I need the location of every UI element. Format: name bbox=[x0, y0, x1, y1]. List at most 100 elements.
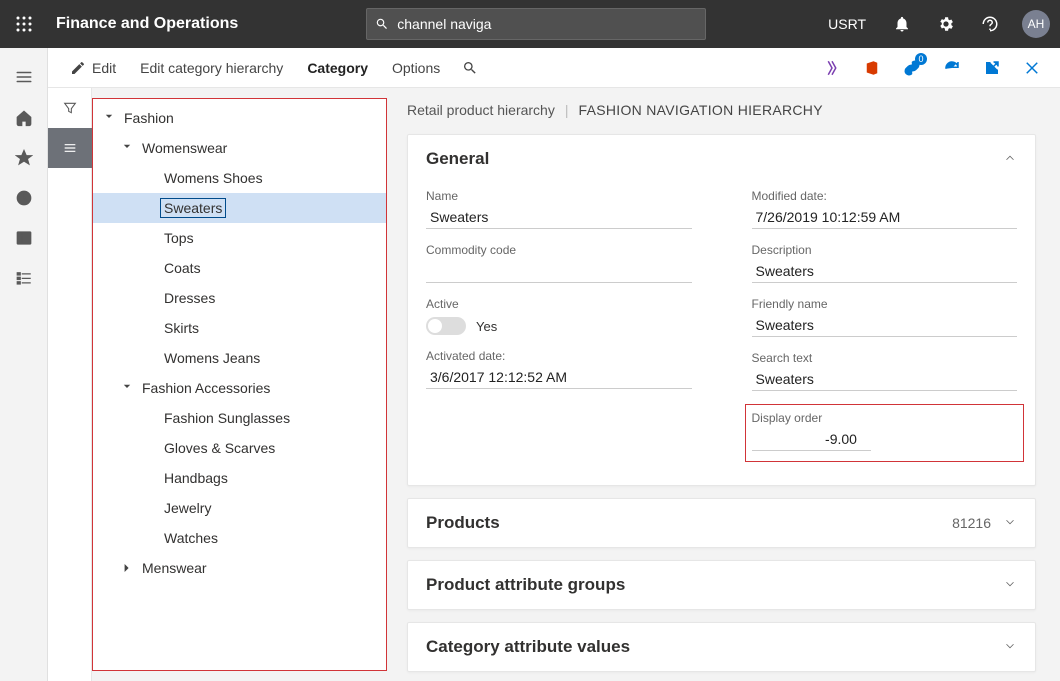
popout-button[interactable] bbox=[976, 52, 1008, 84]
attachments-button[interactable]: 0 bbox=[896, 52, 928, 84]
active-toggle[interactable] bbox=[426, 317, 466, 335]
friendly-field[interactable]: Sweaters bbox=[752, 315, 1018, 337]
list-view-button[interactable] bbox=[48, 128, 92, 168]
tree-node-fashion-accessories[interactable]: Fashion Accessories bbox=[93, 373, 386, 403]
close-button[interactable] bbox=[1016, 52, 1048, 84]
user-avatar[interactable]: AH bbox=[1012, 0, 1060, 48]
tree-node-sweaters[interactable]: Sweaters bbox=[93, 193, 386, 223]
options-tab[interactable]: Options bbox=[382, 48, 450, 88]
gear-icon bbox=[937, 15, 955, 33]
avatar-initials: AH bbox=[1022, 10, 1050, 38]
panel-general-header[interactable]: General bbox=[408, 135, 1035, 183]
edit-label: Edit bbox=[92, 60, 116, 76]
nav-home[interactable] bbox=[4, 100, 44, 136]
office-icon bbox=[863, 59, 881, 77]
app-launcher-button[interactable] bbox=[0, 0, 48, 48]
pencil-icon bbox=[70, 60, 86, 76]
search-icon bbox=[462, 60, 478, 76]
name-label: Name bbox=[426, 189, 692, 203]
products-count: 81216 bbox=[952, 515, 991, 531]
attachments-badge: 0 bbox=[915, 53, 927, 65]
active-text: Yes bbox=[476, 319, 497, 334]
panel-general: General Name Sweaters Commodity code bbox=[407, 134, 1036, 486]
chevron-down-icon bbox=[1003, 577, 1017, 594]
tree-node-womens-shoes[interactable]: Womens Shoes bbox=[93, 163, 386, 193]
display-order-label: Display order bbox=[752, 411, 1018, 425]
display-order-field[interactable]: -9.00 bbox=[752, 429, 871, 451]
search-label: Search text bbox=[752, 351, 1018, 365]
bell-icon bbox=[893, 15, 911, 33]
edit-hierarchy-button[interactable]: Edit category hierarchy bbox=[130, 48, 293, 88]
tree-node-jewelry[interactable]: Jewelry bbox=[93, 493, 386, 523]
tree-node-gloves-scarves[interactable]: Gloves & Scarves bbox=[93, 433, 386, 463]
activated-label: Activated date: bbox=[426, 349, 692, 363]
description-label: Description bbox=[752, 243, 1018, 257]
nav-rail bbox=[0, 48, 48, 681]
breadcrumb-current: FASHION NAVIGATION HIERARCHY bbox=[579, 102, 823, 118]
panel-general-title: General bbox=[426, 149, 1003, 169]
tree-node-coats[interactable]: Coats bbox=[93, 253, 386, 283]
panel-products-title: Products bbox=[426, 513, 952, 533]
nav-recent[interactable] bbox=[4, 180, 44, 216]
tree-node-watches[interactable]: Watches bbox=[93, 523, 386, 553]
tree-node-womenswear[interactable]: Womenswear bbox=[93, 133, 386, 163]
panel-attr-groups-header[interactable]: Product attribute groups bbox=[408, 561, 1035, 609]
tree-node-dresses[interactable]: Dresses bbox=[93, 283, 386, 313]
category-tree: Fashion Womenswear Womens Shoes Sweaters… bbox=[92, 98, 387, 671]
settings-button[interactable] bbox=[924, 0, 968, 48]
header-right: USRT AH bbox=[814, 0, 1060, 48]
chevron-down-icon bbox=[1003, 639, 1017, 656]
nav-workspaces[interactable] bbox=[4, 220, 44, 256]
tree-node-skirts[interactable]: Skirts bbox=[93, 313, 386, 343]
global-search[interactable] bbox=[366, 8, 706, 40]
tree-node-handbags[interactable]: Handbags bbox=[93, 463, 386, 493]
panel-products-header[interactable]: Products 81216 bbox=[408, 499, 1035, 547]
app-title: Finance and Operations bbox=[56, 15, 238, 33]
form-area: Retail product hierarchy | FASHION NAVIG… bbox=[387, 88, 1060, 681]
nav-hamburger[interactable] bbox=[4, 58, 44, 96]
tree-node-sunglasses[interactable]: Fashion Sunglasses bbox=[93, 403, 386, 433]
form-search-button[interactable] bbox=[454, 48, 486, 88]
help-button[interactable] bbox=[968, 0, 1012, 48]
global-header: Finance and Operations USRT AH bbox=[0, 0, 1060, 48]
description-field[interactable]: Sweaters bbox=[752, 261, 1018, 283]
name-field[interactable]: Sweaters bbox=[426, 207, 692, 229]
panel-cat-attr-title: Category attribute values bbox=[426, 637, 1003, 657]
filter-button[interactable] bbox=[48, 88, 92, 128]
activated-field[interactable]: 3/6/2017 12:12:52 AM bbox=[426, 367, 692, 389]
command-bar: Edit Edit category hierarchy Category Op… bbox=[48, 48, 1060, 88]
close-icon bbox=[1023, 59, 1041, 77]
tree-node-tops[interactable]: Tops bbox=[93, 223, 386, 253]
panel-cat-attr: Category attribute values bbox=[407, 622, 1036, 672]
panel-cat-attr-header[interactable]: Category attribute values bbox=[408, 623, 1035, 671]
tree-node-fashion[interactable]: Fashion bbox=[93, 103, 386, 133]
panel-attr-groups-title: Product attribute groups bbox=[426, 575, 1003, 595]
help-icon bbox=[981, 15, 999, 33]
commodity-label: Commodity code bbox=[426, 243, 692, 257]
tree-node-womens-jeans[interactable]: Womens Jeans bbox=[93, 343, 386, 373]
modified-label: Modified date: bbox=[752, 189, 1018, 203]
search-field[interactable]: Sweaters bbox=[752, 369, 1018, 391]
breadcrumb-parent[interactable]: Retail product hierarchy bbox=[407, 102, 555, 118]
breadcrumb: Retail product hierarchy | FASHION NAVIG… bbox=[407, 102, 1036, 118]
category-tab[interactable]: Category bbox=[297, 48, 378, 88]
search-input[interactable] bbox=[397, 16, 697, 32]
notifications-button[interactable] bbox=[880, 0, 924, 48]
refresh-button[interactable] bbox=[936, 52, 968, 84]
panel-products: Products 81216 bbox=[407, 498, 1036, 548]
tree-node-menswear[interactable]: Menswear bbox=[93, 553, 386, 583]
friendly-label: Friendly name bbox=[752, 297, 1018, 311]
chevron-up-icon bbox=[1003, 151, 1017, 168]
edit-button[interactable]: Edit bbox=[60, 48, 126, 88]
commodity-field[interactable] bbox=[426, 261, 692, 283]
active-label: Active bbox=[426, 297, 692, 311]
list-toolbar bbox=[48, 88, 92, 681]
nav-modules[interactable] bbox=[4, 260, 44, 296]
powerapps-icon bbox=[823, 59, 841, 77]
modified-field: 7/26/2019 10:12:59 AM bbox=[752, 207, 1018, 229]
nav-favorites[interactable] bbox=[4, 140, 44, 176]
powerapps-button[interactable] bbox=[816, 52, 848, 84]
office-button[interactable] bbox=[856, 52, 888, 84]
company-picker[interactable]: USRT bbox=[814, 0, 880, 48]
chevron-down-icon bbox=[1003, 515, 1017, 532]
